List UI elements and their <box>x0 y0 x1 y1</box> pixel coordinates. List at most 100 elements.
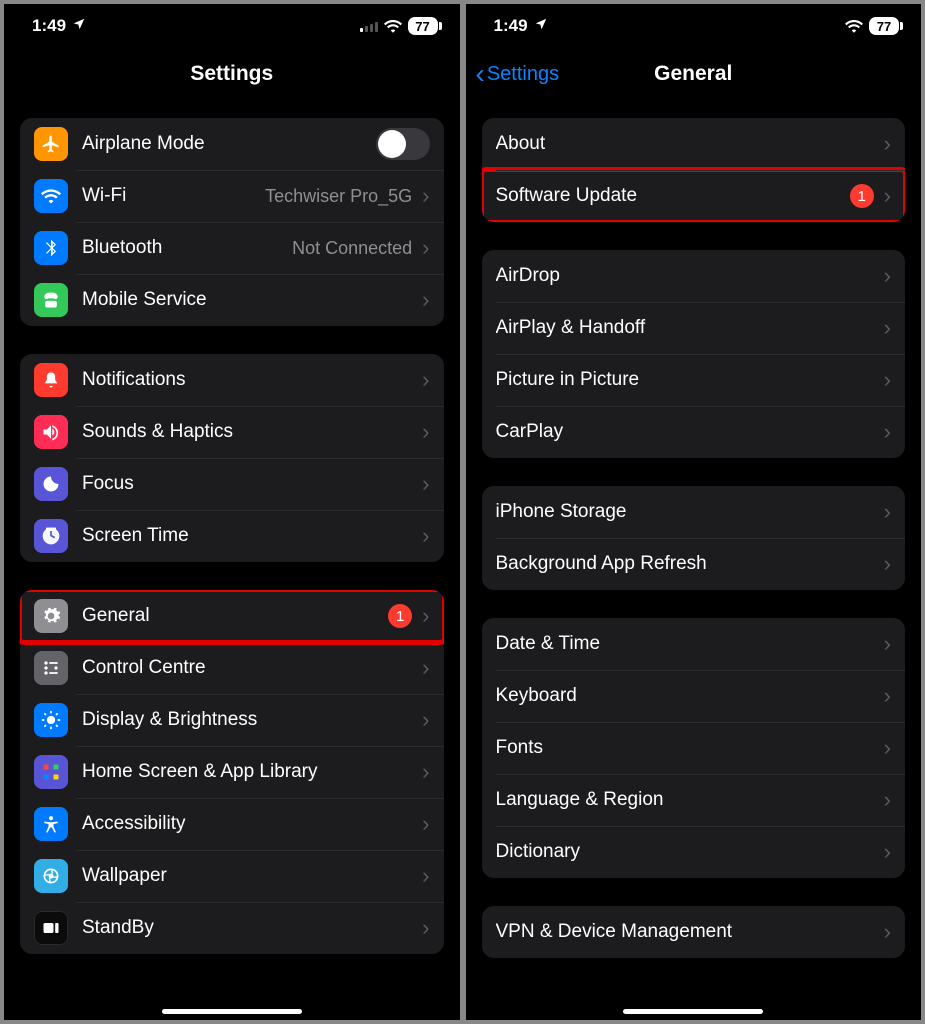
row-fonts[interactable]: Fonts› <box>482 722 906 774</box>
row-pip[interactable]: Picture in Picture› <box>482 354 906 406</box>
row-control[interactable]: Control Centre› <box>20 642 444 694</box>
row-label: Bluetooth <box>82 237 292 259</box>
wifi-icon <box>384 19 402 33</box>
row-keyboard[interactable]: Keyboard› <box>482 670 906 722</box>
chevron-right-icon: › <box>422 863 429 889</box>
row-label: VPN & Device Management <box>496 921 880 943</box>
chevron-right-icon: › <box>884 683 891 709</box>
settings-group: Date & Time›Keyboard›Fonts›Language & Re… <box>482 618 906 878</box>
home-indicator[interactable] <box>162 1009 302 1014</box>
row-carplay[interactable]: CarPlay› <box>482 406 906 458</box>
row-vpn[interactable]: VPN & Device Management› <box>482 906 906 958</box>
row-datetime[interactable]: Date & Time› <box>482 618 906 670</box>
toggle-airplane[interactable] <box>376 128 430 160</box>
chevron-right-icon: › <box>884 787 891 813</box>
chevron-right-icon: › <box>884 419 891 445</box>
row-airplane[interactable]: Airplane Mode <box>20 118 444 170</box>
row-software[interactable]: Software Update1 › <box>482 170 906 222</box>
battery-indicator: 77 <box>408 17 438 35</box>
standby-icon <box>34 911 68 945</box>
chevron-right-icon: › <box>884 315 891 341</box>
nav-header: ‹ Settings General <box>466 48 922 100</box>
chevron-right-icon: › <box>884 551 891 577</box>
chevron-right-icon: › <box>422 603 429 629</box>
settings-group: Airplane ModeWi-FiTechwiser Pro_5G›Bluet… <box>20 118 444 326</box>
badge: 1 <box>850 184 874 208</box>
focus-icon <box>34 467 68 501</box>
airplane-icon <box>34 127 68 161</box>
general-content[interactable]: About›Software Update1›AirDrop›AirPlay &… <box>466 100 922 1020</box>
settings-group: General1›Control Centre›Display & Bright… <box>20 590 444 954</box>
row-airdrop[interactable]: AirDrop› <box>482 250 906 302</box>
status-bar: 1:49 77 <box>4 4 460 48</box>
home-indicator[interactable] <box>623 1009 763 1014</box>
row-label: Accessibility <box>82 813 418 835</box>
row-airplay[interactable]: AirPlay & Handoff› <box>482 302 906 354</box>
chevron-right-icon: › <box>422 759 429 785</box>
row-label: Language & Region <box>496 789 880 811</box>
row-notifications[interactable]: Notifications› <box>20 354 444 406</box>
chevron-right-icon: › <box>884 499 891 525</box>
row-screentime[interactable]: Screen Time› <box>20 510 444 562</box>
settings-group: About› Software Update1 › <box>482 118 906 222</box>
row-wallpaper[interactable]: Wallpaper› <box>20 850 444 902</box>
cellular-signal-icon <box>360 21 378 32</box>
settings-group: Notifications›Sounds & Haptics›Focus›Scr… <box>20 354 444 562</box>
row-storage[interactable]: iPhone Storage› <box>482 486 906 538</box>
row-label: Wi-Fi <box>82 185 265 207</box>
row-general[interactable]: General1› <box>20 590 444 642</box>
row-bluetooth[interactable]: BluetoothNot Connected› <box>20 222 444 274</box>
back-button[interactable]: ‹ Settings <box>476 60 560 88</box>
row-sounds[interactable]: Sounds & Haptics› <box>20 406 444 458</box>
row-accessibility[interactable]: Accessibility› <box>20 798 444 850</box>
settings-content[interactable]: Airplane ModeWi-FiTechwiser Pro_5G›Bluet… <box>4 100 460 1020</box>
badge: 1 <box>388 604 412 628</box>
row-label: Software Update <box>496 185 850 207</box>
accessibility-icon <box>34 807 68 841</box>
phone-general: 1:49 77 ‹ Settings General About›Softwar… <box>466 4 922 1020</box>
chevron-right-icon: › <box>884 183 891 209</box>
row-wifi[interactable]: Wi-FiTechwiser Pro_5G› <box>20 170 444 222</box>
row-label: Airplane Mode <box>82 133 376 155</box>
row-mobile[interactable]: Mobile Service› <box>20 274 444 326</box>
row-label: Focus <box>82 473 418 495</box>
row-standby[interactable]: StandBy› <box>20 902 444 954</box>
mobile-icon <box>34 283 68 317</box>
wallpaper-icon <box>34 859 68 893</box>
page-title: General <box>654 62 732 86</box>
row-label: AirPlay & Handoff <box>496 317 880 339</box>
notifications-icon <box>34 363 68 397</box>
row-focus[interactable]: Focus› <box>20 458 444 510</box>
row-label: Mobile Service <box>82 289 418 311</box>
row-label: Keyboard <box>496 685 880 707</box>
row-bgrefresh[interactable]: Background App Refresh› <box>482 538 906 590</box>
chevron-right-icon: › <box>422 523 429 549</box>
row-label: Wallpaper <box>82 865 418 887</box>
general-icon <box>34 599 68 633</box>
row-about[interactable]: About› <box>482 118 906 170</box>
row-detail: Techwiser Pro_5G <box>265 186 412 207</box>
row-label: Background App Refresh <box>496 553 880 575</box>
wifi-icon <box>845 19 863 33</box>
settings-group: VPN & Device Management› <box>482 906 906 958</box>
row-dictionary[interactable]: Dictionary› <box>482 826 906 878</box>
row-label: iPhone Storage <box>496 501 880 523</box>
row-home[interactable]: Home Screen & App Library› <box>20 746 444 798</box>
battery-indicator: 77 <box>869 17 899 35</box>
row-display[interactable]: Display & Brightness› <box>20 694 444 746</box>
phone-settings: 1:49 77 Settings Airplane ModeWi-FiTechw… <box>4 4 460 1020</box>
status-bar: 1:49 77 <box>466 4 922 48</box>
row-language[interactable]: Language & Region› <box>482 774 906 826</box>
chevron-right-icon: › <box>422 655 429 681</box>
chevron-right-icon: › <box>422 419 429 445</box>
status-time: 1:49 <box>494 16 528 36</box>
row-label: Home Screen & App Library <box>82 761 418 783</box>
chevron-right-icon: › <box>884 263 891 289</box>
row-label: Notifications <box>82 369 418 391</box>
control-icon <box>34 651 68 685</box>
row-label: Sounds & Haptics <box>82 421 418 443</box>
row-label: StandBy <box>82 917 418 939</box>
chevron-right-icon: › <box>884 839 891 865</box>
chevron-right-icon: › <box>884 735 891 761</box>
row-label: Control Centre <box>82 657 418 679</box>
